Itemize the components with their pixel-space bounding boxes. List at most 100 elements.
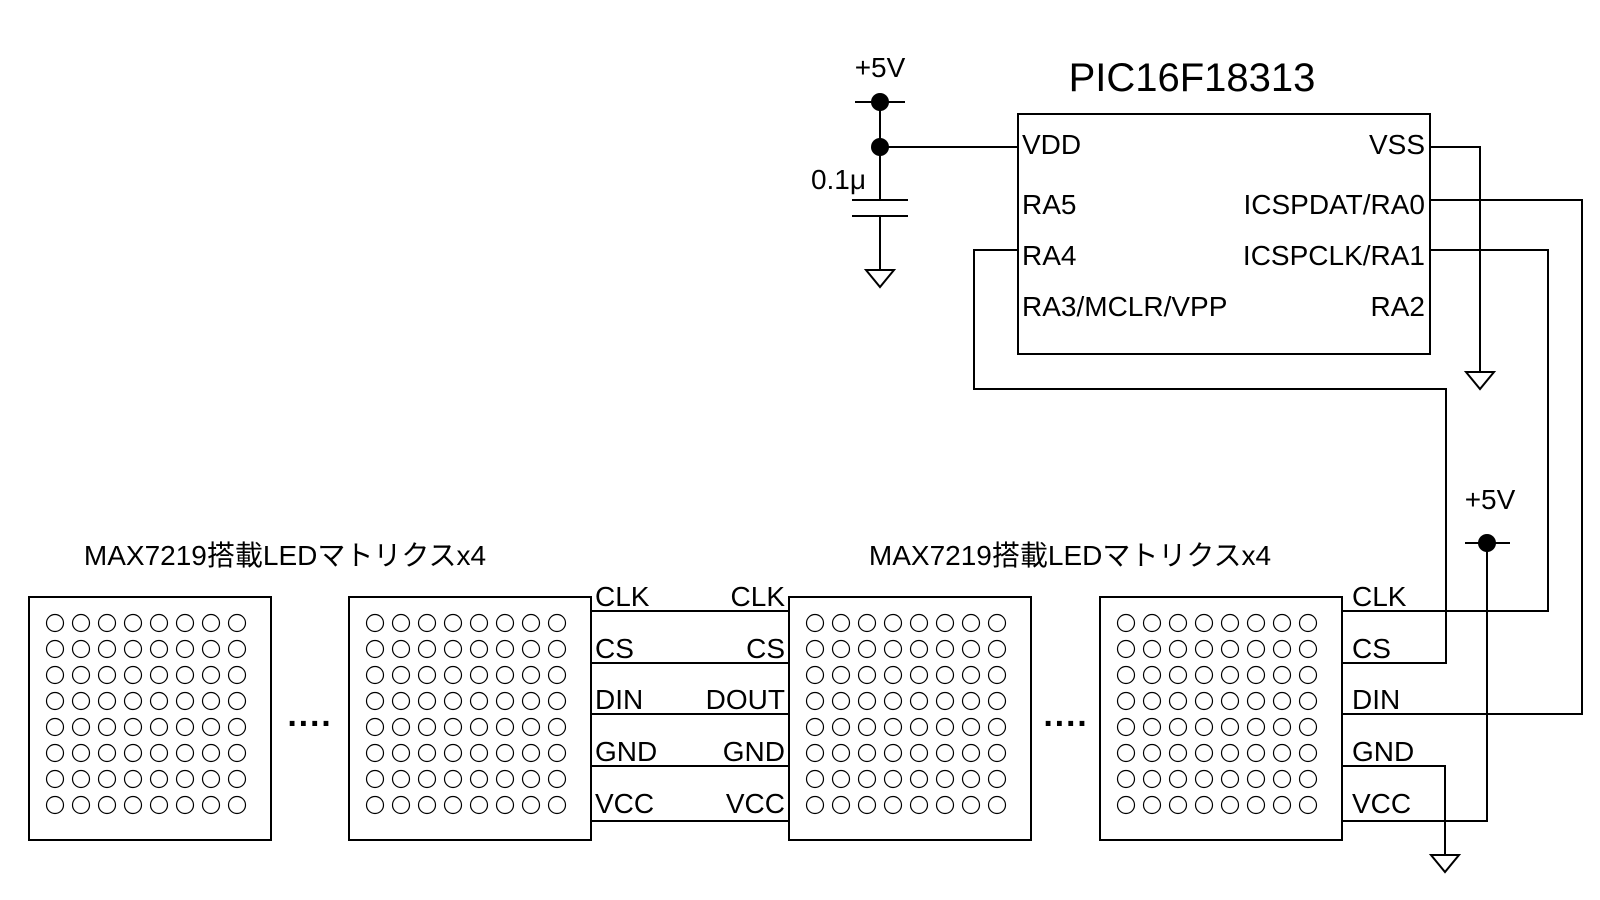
led-dot [857,665,877,685]
led-dot [201,665,221,685]
led-dot [123,717,143,737]
led-dot [71,665,91,685]
led-dot [495,795,515,815]
led-dot [201,743,221,763]
led-dot [469,769,489,789]
led-dot [175,691,195,711]
led-dot [987,743,1007,763]
schematic-diagram: PIC16F18313 VDD RA5 RA4 RA3/MCLR/VPP VSS… [28,52,1583,874]
pin-vss: VSS [1369,129,1425,160]
led-dot [175,769,195,789]
led-dot [1168,795,1188,815]
led-dot [123,691,143,711]
led-dot [227,717,247,737]
led-dot [883,717,903,737]
led-dot [1116,717,1136,737]
led-dot [1116,769,1136,789]
led-dot [175,717,195,737]
led-dot [443,769,463,789]
pin-ra4: RA4 [1022,240,1076,271]
module-group-right-title: MAX7219搭載LEDマトリクスx4 [869,540,1271,571]
led-dot [857,717,877,737]
module-2-output-pins: CLK CS DIN GND VCC [595,581,657,819]
led-dot [883,743,903,763]
led-dot [1168,639,1188,659]
led-dot [149,769,169,789]
module-group-left-title: MAX7219搭載LEDマトリクスx4 [84,540,486,571]
led-dot [831,769,851,789]
led-dot [1116,795,1136,815]
led-dot [469,639,489,659]
led-dot [1142,665,1162,685]
led-dot [123,769,143,789]
led-dot [547,639,567,659]
led-dot [1298,795,1318,815]
led-dot [417,795,437,815]
m3-pin-cs: CS [746,633,785,664]
led-dot [391,795,411,815]
led-dot [883,795,903,815]
led-dot [1194,665,1214,685]
vss-ground-icon [1463,371,1497,391]
led-dot [1272,717,1292,737]
led-dot [391,691,411,711]
led-dot [961,743,981,763]
led-dot [1194,769,1214,789]
m4-pin-din: DIN [1352,684,1400,715]
led-dot [961,769,981,789]
led-dot [1194,691,1214,711]
vcc-right-label: +5V [1465,484,1516,515]
led-dot [1272,613,1292,633]
led-dot [365,795,385,815]
m3-pin-gnd: GND [723,736,785,767]
led-dot [1220,769,1240,789]
led-dot [97,717,117,737]
led-dot [227,665,247,685]
led-dot [45,665,65,685]
led-dot [909,769,929,789]
led-dot [1168,691,1188,711]
led-dot [1298,613,1318,633]
led-dot [547,613,567,633]
module-3-output-pins: CLK CS DOUT GND VCC [706,581,786,819]
led-dot [495,613,515,633]
led-dot [175,795,195,815]
led-dot [857,795,877,815]
led-dot [1246,769,1266,789]
led-dot [857,691,877,711]
led-dot [547,743,567,763]
led-dot [149,639,169,659]
led-dot [123,613,143,633]
led-dot [45,639,65,659]
led-dot [1272,769,1292,789]
pin-ra3: RA3/MCLR/VPP [1022,291,1227,322]
led-dot [987,665,1007,685]
led-dot [521,665,541,685]
led-dot [857,639,877,659]
led-dot [1246,639,1266,659]
led-dot [1298,665,1318,685]
gnd-right-ground-icon [1428,854,1462,874]
led-dot [443,691,463,711]
led-dot [227,639,247,659]
led-dot [1116,691,1136,711]
led-dot [1168,743,1188,763]
led-dot [201,639,221,659]
m2-pin-din: DIN [595,684,643,715]
led-dot [987,795,1007,815]
vcc-top-label: +5V [855,52,906,83]
led-dot [1116,613,1136,633]
led-dot [45,613,65,633]
led-dot [831,691,851,711]
led-dot [831,717,851,737]
led-dot [175,665,195,685]
led-dot [1142,691,1162,711]
led-dot [521,717,541,737]
led-dot [521,639,541,659]
led-dot [1246,795,1266,815]
led-dot [201,717,221,737]
led-dot [805,743,825,763]
led-dot [857,613,877,633]
led-dot [521,795,541,815]
led-dot [71,743,91,763]
